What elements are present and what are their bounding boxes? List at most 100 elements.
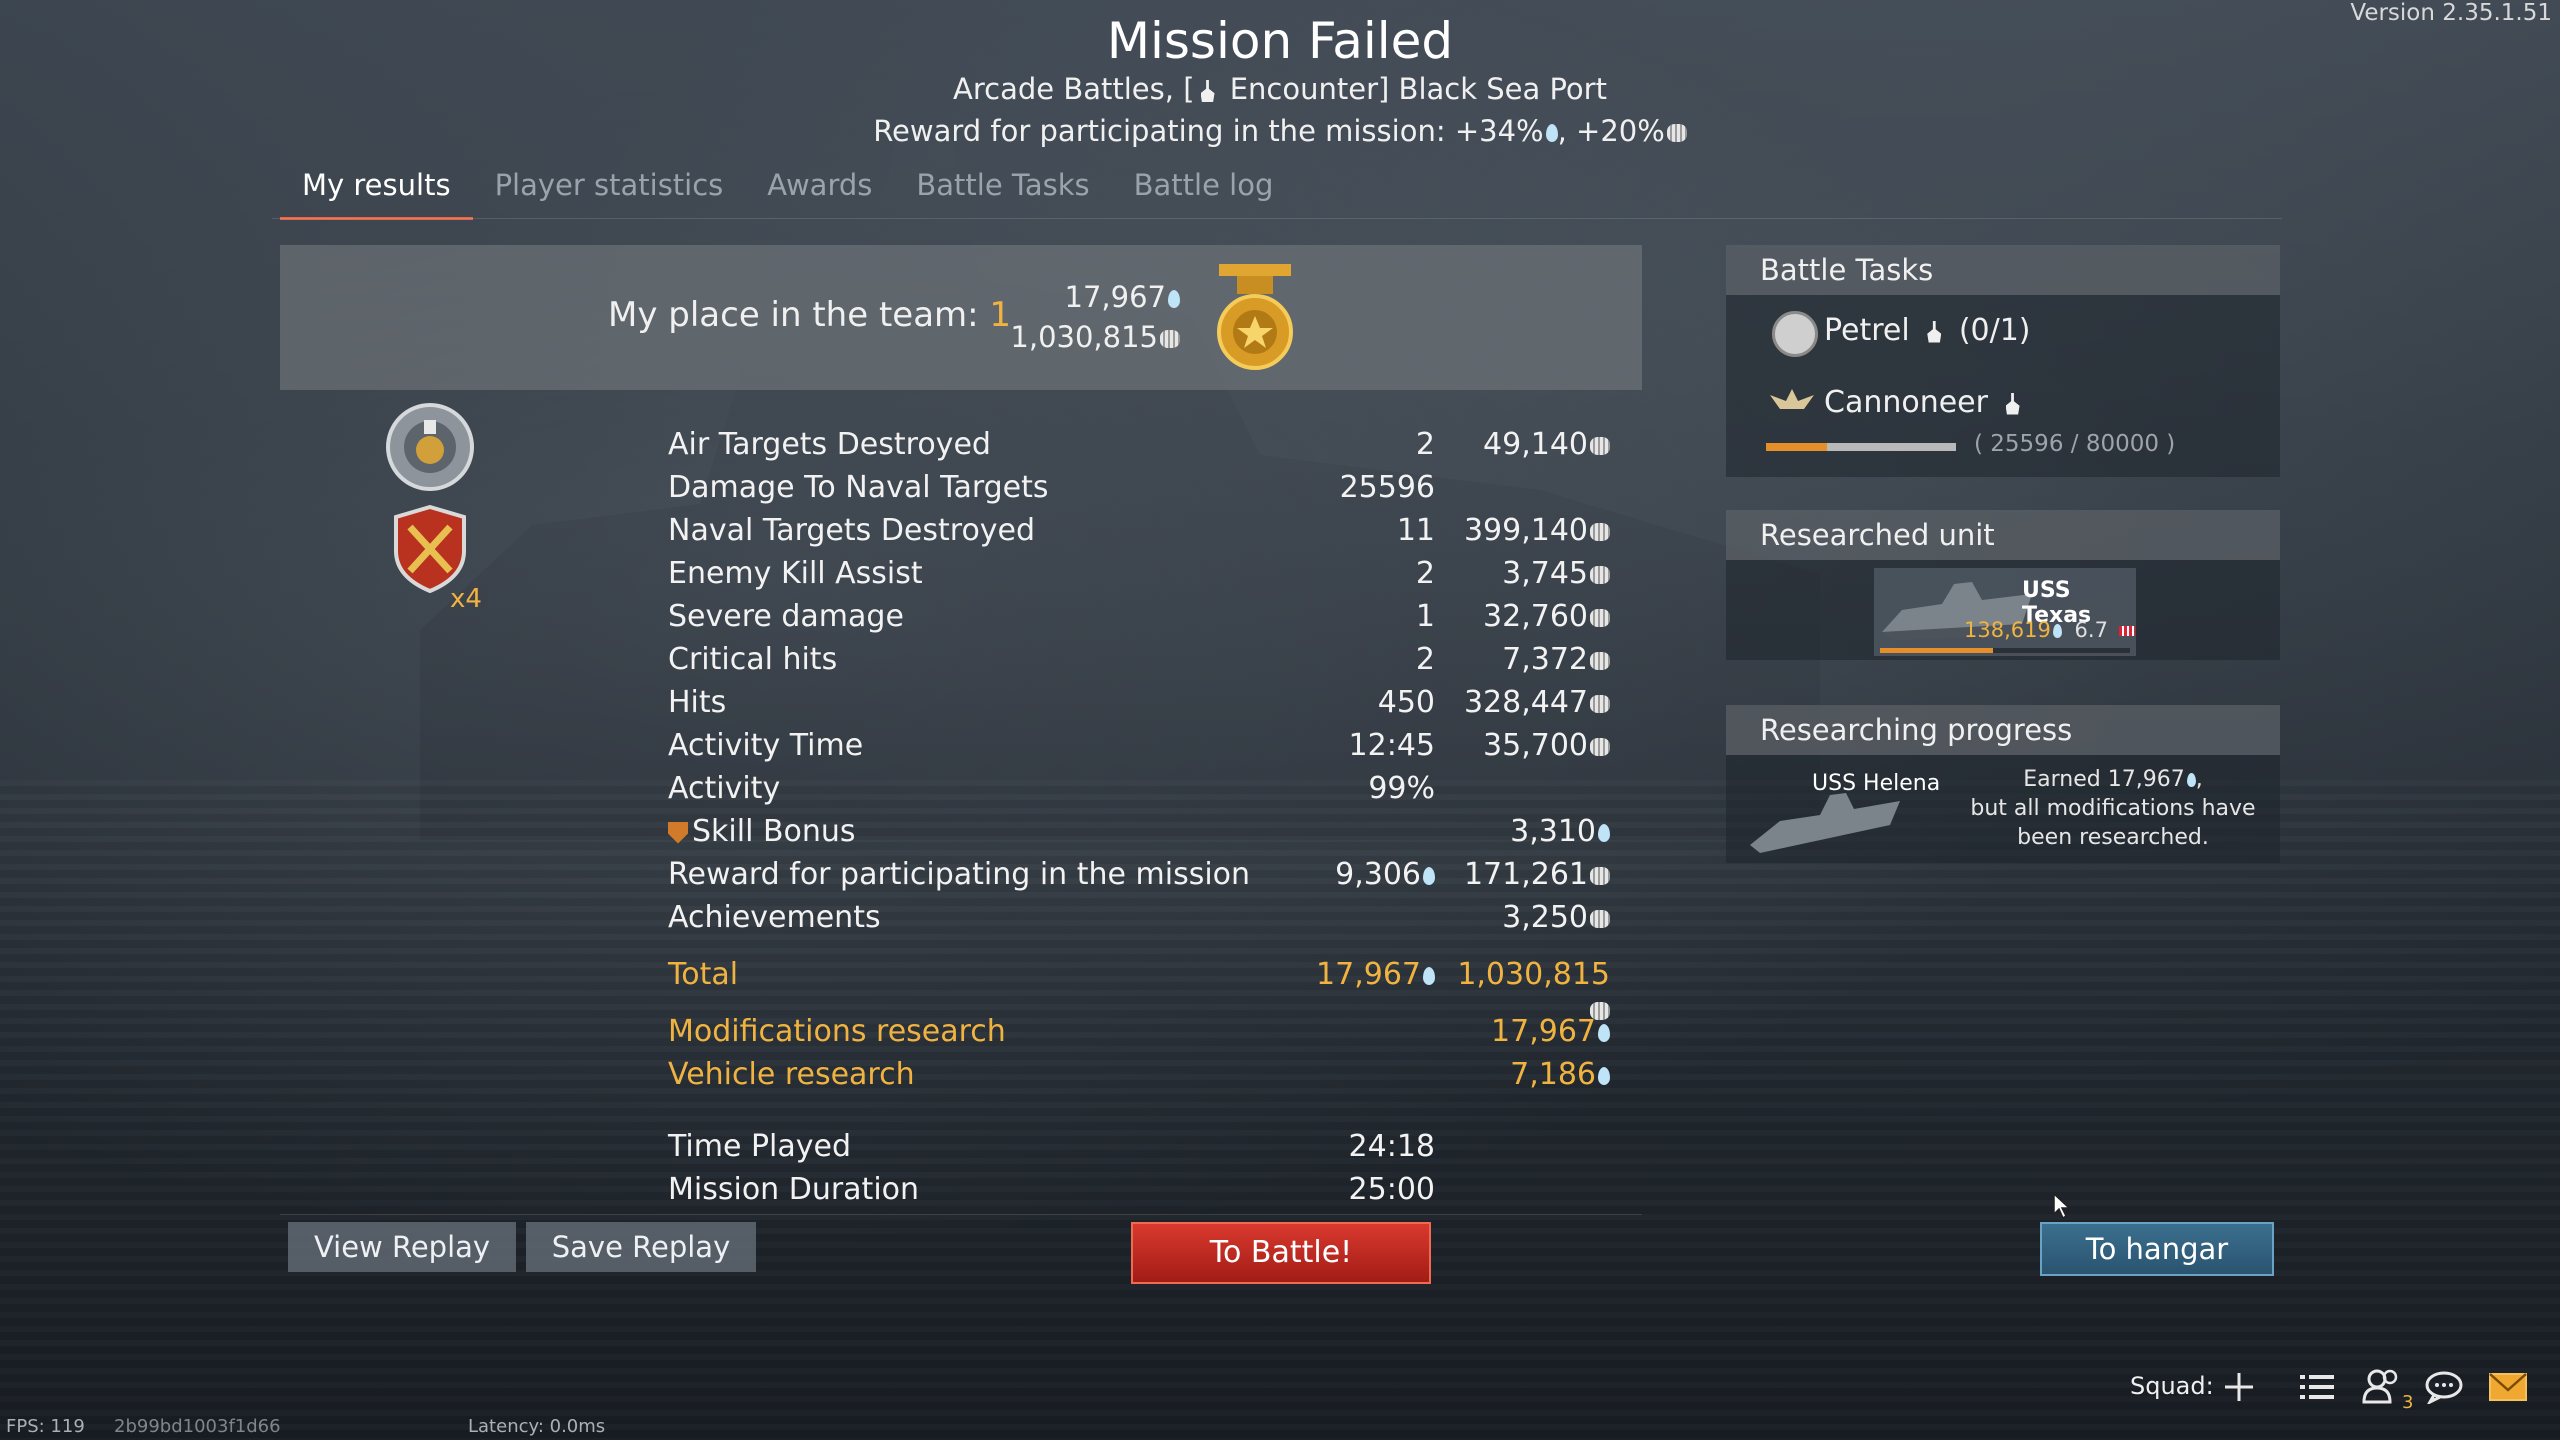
modifications-research-number: 17,967 [1491, 1014, 1596, 1049]
team-place-label: My place in the team: 1 [608, 295, 1011, 335]
result-label-text: Enemy Kill Assist [668, 556, 923, 591]
reward-text-2: , +20% [1557, 114, 1665, 148]
petrel-task-icon [1772, 311, 1818, 357]
result-label: Activity Time [668, 728, 863, 763]
result-reward-value: 3,250 [1502, 900, 1588, 935]
squad-label: Squad: [2130, 1372, 2214, 1400]
to-battle-button[interactable]: To Battle! [1131, 1222, 1431, 1284]
gold-medal-icon [1215, 262, 1295, 374]
result-reward-value: 3,745 [1502, 556, 1588, 591]
result-reward-value: 7,372 [1502, 642, 1588, 677]
result-count-value: 99% [1368, 771, 1435, 806]
add-squad-icon[interactable] [2222, 1370, 2256, 1404]
friends-icon[interactable] [2362, 1368, 2402, 1404]
mouse-cursor-icon [2052, 1192, 2072, 1220]
researched-unit-panel: Researched unit USS Texas 138,619 6.7 [1726, 510, 2280, 660]
researching-unit-name: USS Helena [1812, 771, 1941, 796]
result-count-value: 11 [1396, 513, 1435, 548]
result-reward: 171,261 [1440, 857, 1610, 892]
battle-tasks-panel: Battle Tasks Petrel (0/1) Cannoneer ( 25… [1726, 245, 2280, 477]
mission-subtitle: Arcade Battles, [ Encounter] Black Sea P… [0, 72, 2560, 106]
modifications-research-label: Modifications research [668, 1014, 1006, 1049]
save-replay-button[interactable]: Save Replay [526, 1222, 756, 1272]
total-label: Total [668, 957, 739, 992]
result-label-text: Naval Targets Destroyed [668, 513, 1036, 548]
result-label: Activity [668, 771, 780, 806]
result-label-text: Activity Time [668, 728, 864, 763]
researched-unit-card[interactable]: USS Texas 138,619 6.7 [1874, 568, 2136, 656]
result-reward: 32,760 [1440, 599, 1610, 634]
results-divider [280, 1214, 1642, 1215]
silver-lions-icon [1590, 651, 1610, 670]
friends-count: 3 [2402, 1392, 2414, 1413]
mission-title: Mission Failed [1106, 12, 1454, 70]
silver-lions-icon [1590, 909, 1610, 928]
researching-note-text: but all modifications have been research… [1970, 796, 2256, 850]
battle-tasks-title: Battle Tasks [1726, 245, 2280, 295]
to-hangar-button[interactable]: To hangar [2040, 1222, 2274, 1276]
tab-battle-log[interactable]: Battle log [1112, 160, 1296, 220]
total-rp-value: 17,967 [1316, 957, 1421, 992]
list-menu-icon[interactable] [2300, 1372, 2334, 1402]
researching-progress-panel: Researching progress USS Helena Earned 1… [1726, 705, 2280, 863]
ship-icon [1200, 80, 1215, 102]
result-count-value: 2 [1415, 427, 1435, 462]
research-points-icon [1598, 1023, 1610, 1042]
research-points-icon [1545, 124, 1558, 142]
result-reward-value: 32,760 [1483, 599, 1588, 634]
result-count: 2 [1230, 642, 1435, 677]
tab-player-statistics[interactable]: Player statistics [473, 160, 746, 220]
medal-award-icon[interactable] [385, 402, 475, 492]
subtitle-prefix: Arcade Battles, [ [953, 72, 1195, 106]
ship-icon [1927, 320, 1942, 343]
mail-icon[interactable] [2488, 1372, 2528, 1402]
tab-my-results[interactable]: My results [280, 160, 473, 220]
result-label-text: Critical hits [668, 642, 838, 677]
result-count-value: 2 [1415, 556, 1435, 591]
result-reward: 3,310 [1440, 814, 1610, 849]
time-played-value: 24:18 [1348, 1129, 1435, 1164]
result-count: 2 [1230, 427, 1435, 462]
silver-lions-icon [1590, 866, 1610, 885]
research-points-icon [1168, 290, 1180, 308]
tab-bar: My results Player statistics Awards Batt… [280, 160, 1295, 220]
petrel-task[interactable]: Petrel (0/1) [1824, 313, 2031, 348]
fps-counter: FPS: 119 [6, 1416, 85, 1437]
tab-battle-tasks[interactable]: Battle Tasks [894, 160, 1111, 220]
result-reward-value: 3,310 [1510, 814, 1596, 849]
cannoneer-progress-bar [1766, 443, 1956, 451]
result-label: Air Targets Destroyed [668, 427, 991, 462]
cannoneer-task[interactable]: Cannoneer [1824, 385, 2028, 420]
cannoneer-task-icon [1768, 387, 1816, 415]
result-reward: 3,745 [1440, 556, 1610, 591]
chat-icon[interactable] [2424, 1370, 2464, 1404]
silver-lions-icon [1590, 565, 1610, 584]
build-hash: 2b99bd1003f1d66 [114, 1416, 281, 1437]
research-points-icon [2052, 624, 2062, 638]
silver-lions-icon [1590, 737, 1610, 756]
result-label-text: Reward for participating in the mission [668, 857, 1251, 892]
result-label-text: Hits [668, 685, 727, 720]
tab-awards[interactable]: Awards [745, 160, 894, 220]
mission-duration-value: 25:00 [1348, 1172, 1435, 1207]
result-reward: 35,700 [1440, 728, 1610, 763]
researching-earned: Earned 17,967 [2023, 767, 2185, 792]
place-rp: 17,967 [1000, 280, 1180, 314]
view-replay-button[interactable]: View Replay [288, 1222, 516, 1272]
result-label-text: Air Targets Destroyed [668, 427, 991, 462]
vehicle-research-number: 7,186 [1510, 1057, 1596, 1092]
mission-duration-label: Mission Duration [668, 1172, 920, 1207]
result-label: Reward for participating in the mission [668, 857, 1250, 892]
result-count-value: 9,306 [1335, 857, 1421, 892]
result-count: 25596 [1230, 470, 1435, 505]
result-label: Hits [668, 685, 726, 720]
shield-award-icon[interactable] [392, 505, 468, 593]
result-reward: 328,447 [1440, 685, 1610, 720]
result-reward-value: 171,261 [1463, 857, 1588, 892]
result-count: 2 [1230, 556, 1435, 591]
result-reward: 399,140 [1440, 513, 1610, 548]
silver-lions-icon [1590, 694, 1610, 713]
reward-text: Reward for participating in the mission:… [873, 114, 1544, 148]
petrel-task-name: Petrel [1824, 313, 1910, 348]
result-reward-value: 328,447 [1463, 685, 1588, 720]
